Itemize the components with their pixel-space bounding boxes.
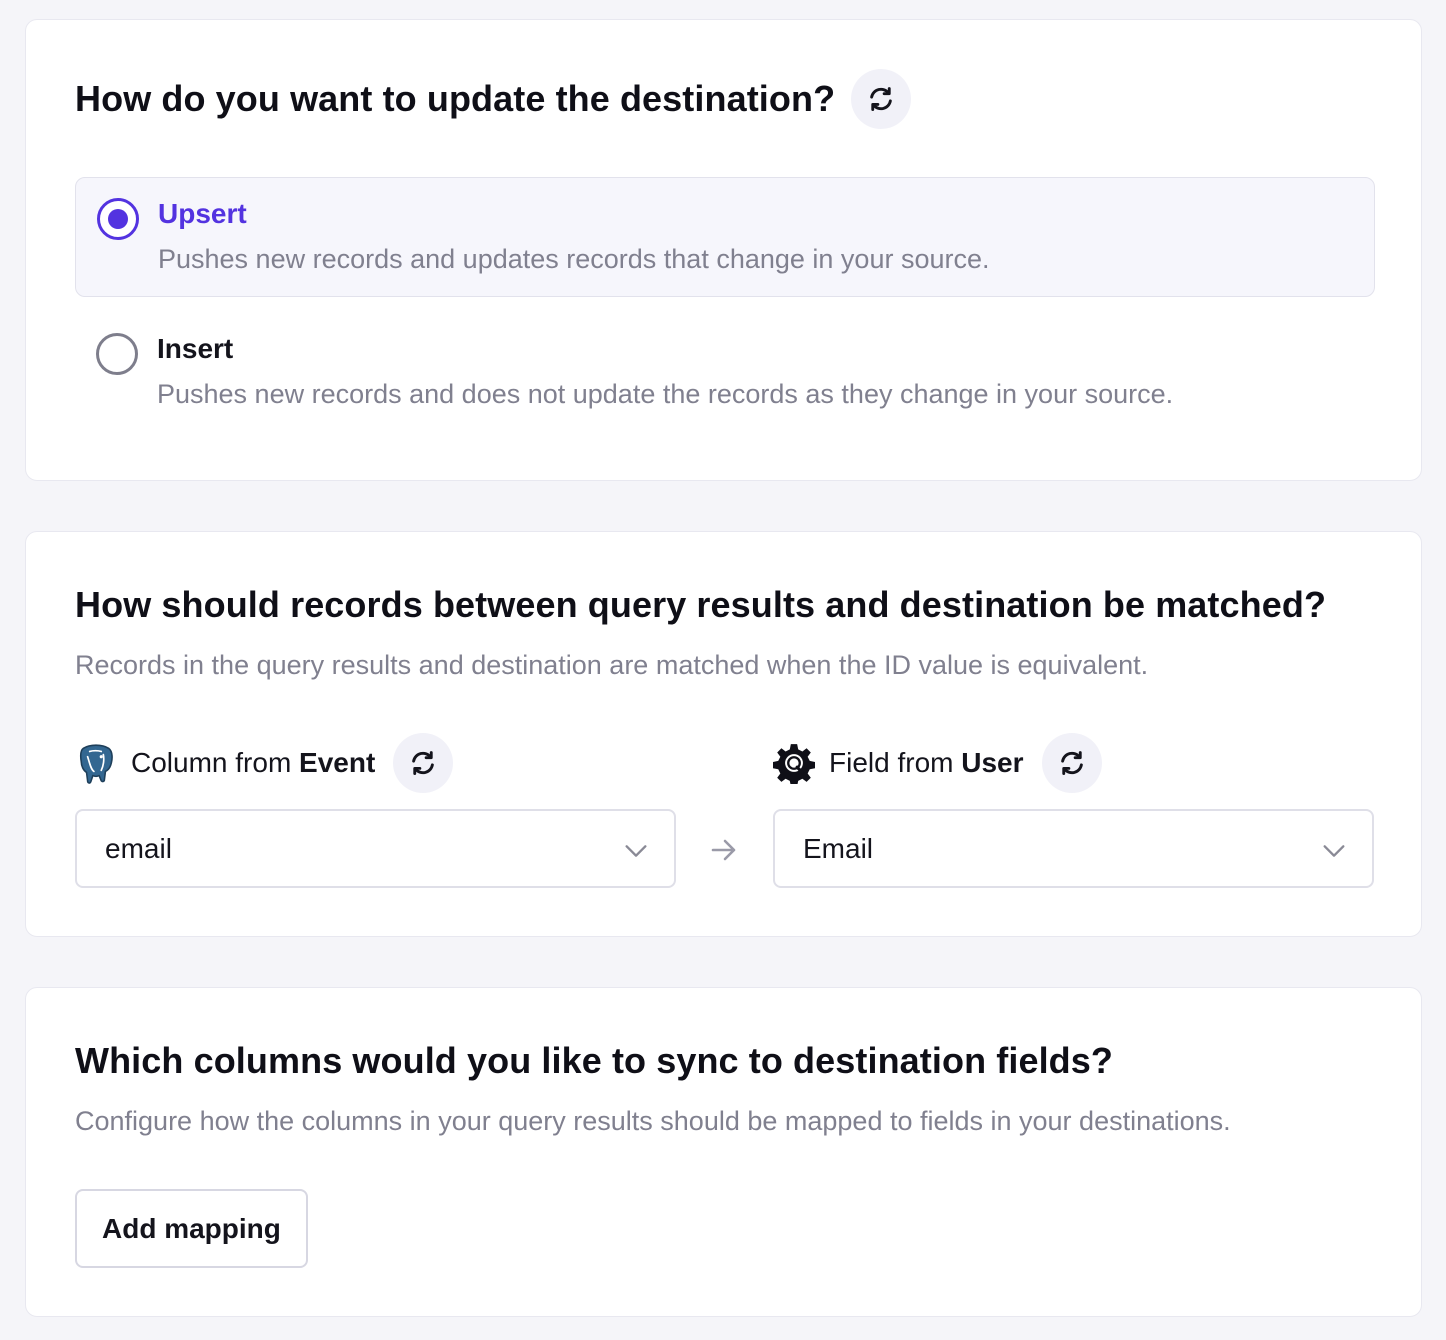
destination-field-value: Email (803, 833, 874, 864)
gear-icon (773, 742, 815, 784)
insert-radio[interactable] (96, 333, 138, 375)
update-mode-title: How do you want to update the destinatio… (75, 78, 836, 119)
refresh-icon (412, 751, 435, 775)
source-field-header: Column from Event (75, 732, 454, 794)
insert-description: Pushes new records and does not update t… (157, 379, 1174, 409)
matching-title: How should records between query results… (75, 584, 1327, 625)
add-mapping-button[interactable]: Add mapping (75, 1189, 308, 1268)
update-mode-card: How do you want to update the destinatio… (25, 19, 1422, 481)
mapping-description: Configure how the columns in your query … (75, 1106, 1231, 1136)
upsert-description: Pushes new records and updates records t… (158, 244, 990, 274)
upsert-radio[interactable] (97, 198, 139, 240)
chevron-down-icon (625, 845, 647, 857)
mapping-title: Which columns would you like to sync to … (75, 1040, 1113, 1081)
arrow-right-icon (711, 839, 736, 861)
matching-description: Records in the query results and destina… (75, 650, 1149, 680)
refresh-icon (1060, 751, 1083, 775)
insert-option[interactable]: Insert Pushes new records and does not u… (75, 313, 1375, 433)
source-refresh-button[interactable] (393, 733, 454, 793)
mapping-card: Which columns would you like to sync to … (25, 987, 1422, 1317)
destination-field-select[interactable]: Email (773, 809, 1374, 888)
update-mode-refresh-button[interactable] (851, 69, 911, 129)
upsert-label: Upsert (158, 198, 247, 229)
upsert-option[interactable]: Upsert Pushes new records and updates re… (75, 177, 1375, 297)
source-field-label: Column from Event (131, 747, 376, 778)
destination-field-header: Field from User (773, 732, 1102, 794)
chevron-down-icon (1323, 845, 1345, 857)
source-column-select[interactable]: email (75, 809, 676, 888)
postgresql-icon (75, 742, 117, 784)
destination-refresh-button[interactable] (1041, 733, 1102, 793)
destination-field-label: Field from User (829, 747, 1024, 778)
refresh-icon (870, 87, 892, 111)
source-column-value: email (105, 833, 172, 864)
matching-card: How should records between query results… (25, 531, 1422, 937)
insert-label: Insert (157, 333, 234, 364)
